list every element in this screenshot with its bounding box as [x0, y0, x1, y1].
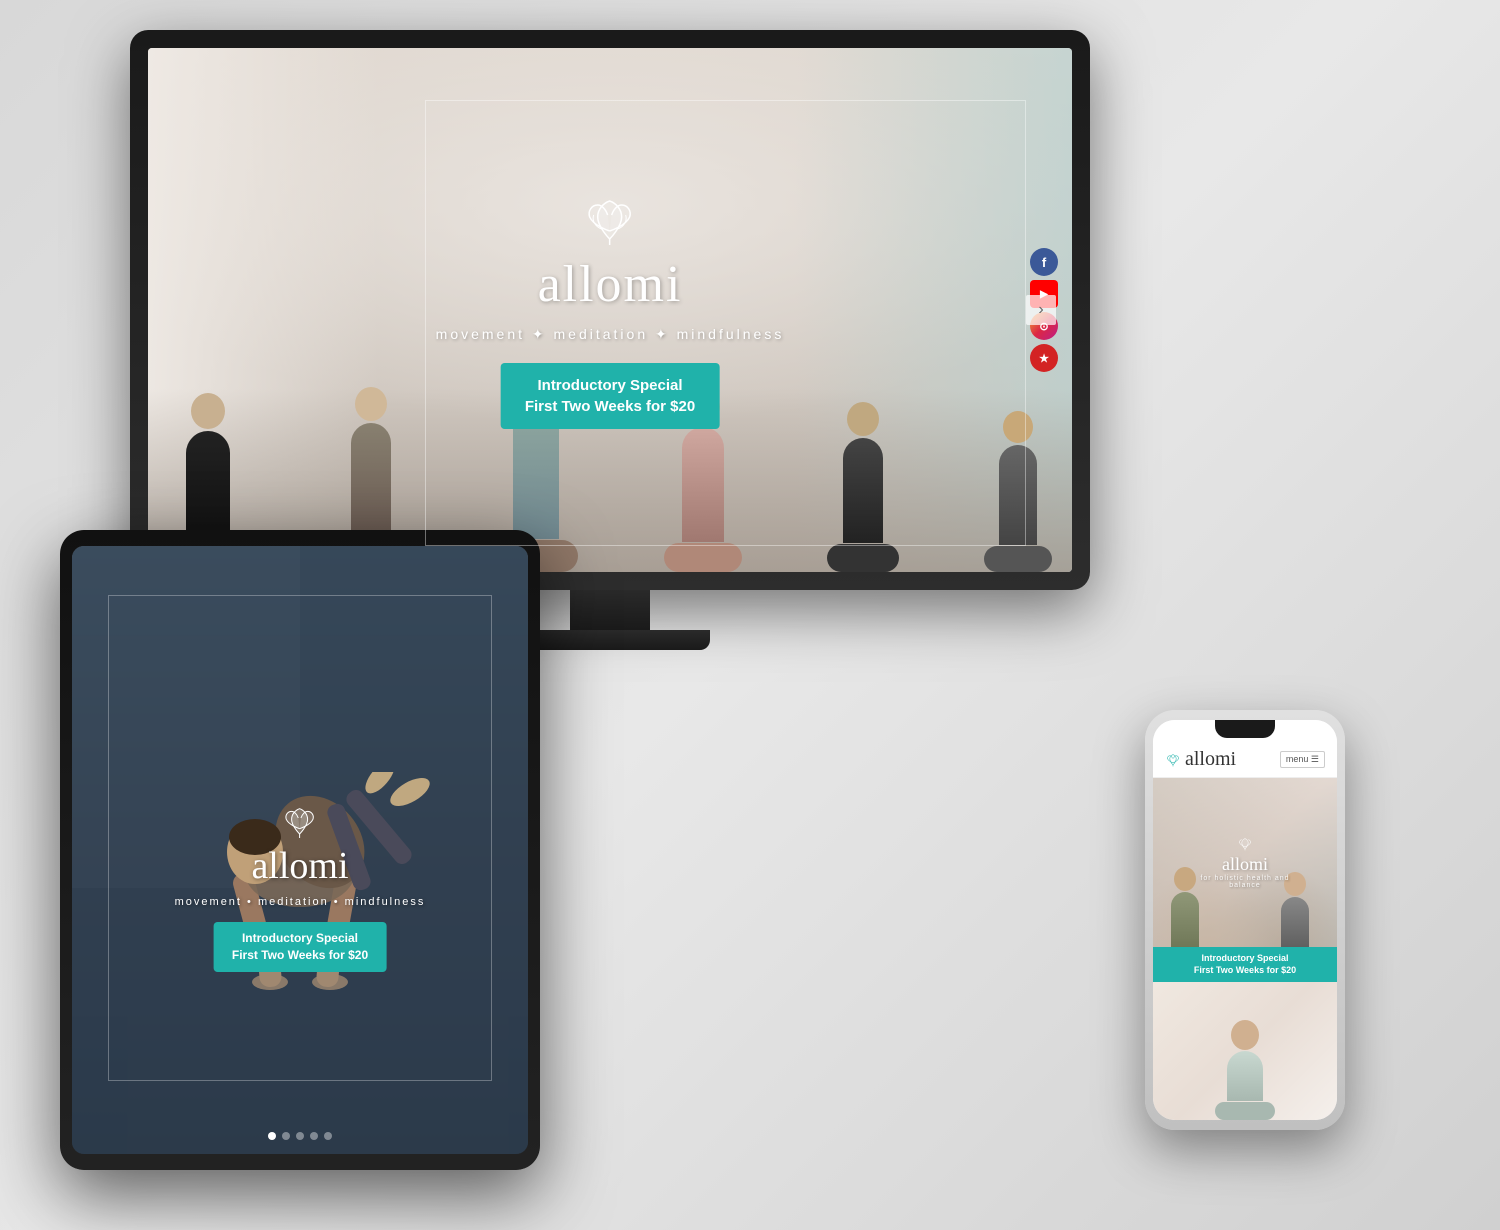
tablet-slide-dots	[268, 1132, 332, 1140]
tablet-logo-text: allomi	[251, 844, 348, 888]
lotus-icon	[580, 191, 640, 251]
monitor-logo: allomi	[436, 191, 785, 314]
monitor-outer: allomi movement ✦ meditation ✦ mindfulne…	[130, 30, 1090, 590]
monitor-cta-button[interactable]: Introductory Special First Two Weeks for…	[501, 363, 719, 429]
phone-hero-bottom	[1153, 982, 1337, 1120]
phone-content: allomi menu ☰	[1153, 720, 1337, 1120]
tablet-cta-line1: Introductory Special	[242, 931, 358, 945]
dot-5[interactable]	[324, 1132, 332, 1140]
monitor-tagline: movement ✦ meditation ✦ mindfulness	[436, 326, 785, 343]
phone-notch	[1215, 720, 1275, 738]
monitor-cta-line1: Introductory Special	[537, 377, 682, 394]
dot-4[interactable]	[310, 1132, 318, 1140]
phone-cta-line1: Introductory Special	[1201, 953, 1288, 963]
monitor-neck	[570, 590, 650, 630]
phone-lotus-icon	[1165, 752, 1181, 768]
tablet-logo: allomi	[118, 802, 483, 888]
phone-hero-top: allomi for holistic health andbalance	[1153, 778, 1337, 947]
tablet-tagline: movement • meditation • mindfulness	[118, 896, 483, 908]
phone-cta-line2: First Two Weeks for $20	[1194, 965, 1296, 975]
phone-script-logo: allomi	[1200, 854, 1289, 875]
phone-figure-left	[1171, 867, 1199, 947]
phone-device: allomi menu ☰	[1145, 710, 1345, 1130]
monitor-next-arrow[interactable]: ›	[1026, 295, 1056, 325]
phone-logo-text: allomi	[1185, 748, 1236, 771]
monitor-cta-line2: First Two Weeks for $20	[525, 398, 695, 415]
tablet-cta-line2: First Two Weeks for $20	[232, 948, 368, 962]
tablet-lotus-icon	[280, 802, 320, 842]
phone-cta-banner[interactable]: Introductory Special First Two Weeks for…	[1153, 947, 1337, 982]
scene: allomi movement ✦ meditation ✦ mindfulne…	[0, 0, 1500, 1230]
yelp-icon[interactable]: ★	[1030, 344, 1058, 372]
phone-menu-button[interactable]: menu ☰	[1280, 751, 1325, 768]
monitor-logo-text: allomi	[538, 255, 683, 314]
phone-outer: allomi menu ☰	[1145, 710, 1345, 1130]
tablet-center-content: allomi movement • meditation • mindfulne…	[118, 802, 483, 972]
monitor-center-content: allomi movement ✦ meditation ✦ mindfulne…	[436, 191, 785, 429]
dot-3[interactable]	[296, 1132, 304, 1140]
phone-logo-overlay: allomi for holistic health andbalance	[1200, 836, 1289, 889]
dot-1[interactable]	[268, 1132, 276, 1140]
phone-header-logo: allomi	[1165, 748, 1236, 771]
monitor-base	[510, 630, 710, 650]
facebook-icon[interactable]: f	[1030, 248, 1058, 276]
phone-bottom-figure	[1215, 1020, 1275, 1120]
tablet-outer: allomi movement • meditation • mindfulne…	[60, 530, 540, 1170]
tablet-cta-button[interactable]: Introductory Special First Two Weeks for…	[214, 922, 386, 972]
tablet-device: allomi movement • meditation • mindfulne…	[60, 530, 540, 1170]
phone-overlay-lotus	[1237, 836, 1253, 852]
dot-2[interactable]	[282, 1132, 290, 1140]
phone-tagline: for holistic health andbalance	[1200, 875, 1289, 889]
monitor-screen: allomi movement ✦ meditation ✦ mindfulne…	[148, 48, 1072, 572]
tablet-screen: allomi movement • meditation • mindfulne…	[72, 546, 528, 1154]
phone-screen: allomi menu ☰	[1153, 720, 1337, 1120]
